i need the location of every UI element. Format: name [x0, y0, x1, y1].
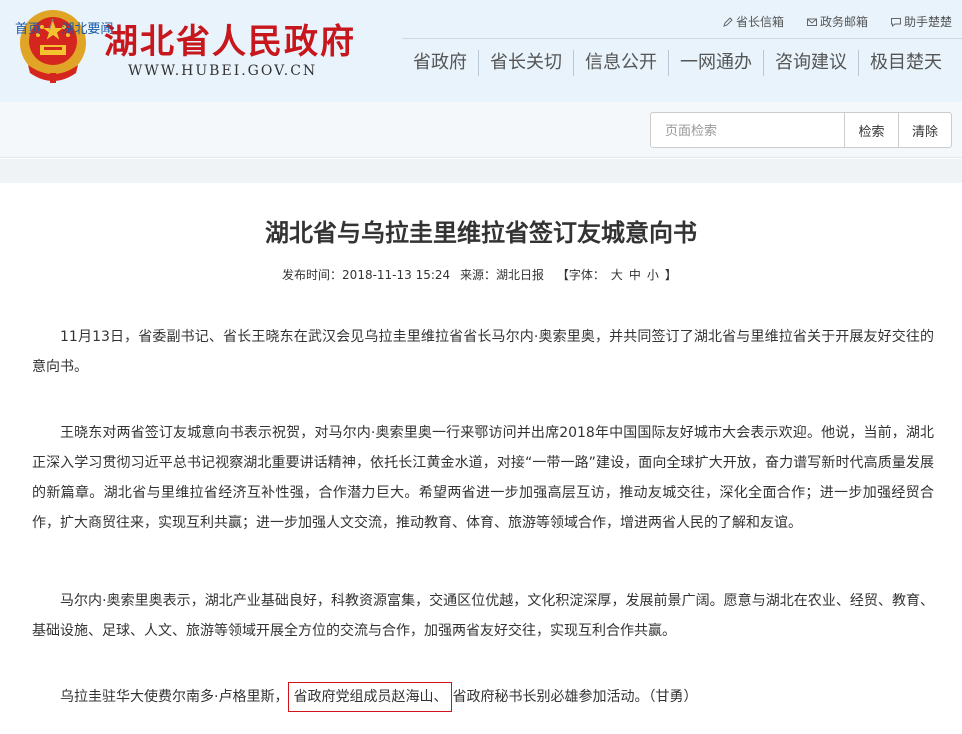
pen-icon	[723, 16, 733, 27]
nav-one-stop-service[interactable]: 一网通办	[668, 50, 763, 76]
site-title[interactable]: 湖北省人民政府	[104, 14, 356, 63]
article-paragraph: 11月13日，省委副书记、省长王晓东在武汉会见乌拉圭里维拉省省长马尔内·奥索里奥…	[32, 329, 934, 375]
highlighted-text: 省政府党组成员赵海山、	[288, 682, 453, 712]
assistant-link[interactable]: 助手楚楚	[890, 13, 952, 30]
content-gap	[0, 159, 962, 183]
chat-icon	[890, 17, 901, 27]
paragraph-text: 乌拉圭驻华大使费尔南多·卢格里斯，	[60, 689, 289, 705]
article-source: 来源：湖北日报	[460, 268, 545, 282]
assistant-label: 助手楚楚	[903, 15, 952, 29]
mail-icon	[806, 18, 817, 26]
nav-jimu-chutian[interactable]: 极目楚天	[858, 50, 953, 76]
nav-provincial-gov[interactable]: 省政府	[402, 50, 478, 76]
font-size-small[interactable]: 小	[647, 268, 659, 282]
article-title: 湖北省与乌拉圭里维拉省签订友城意向书	[265, 219, 697, 247]
breadcrumb: 首页 / 湖北要闻	[15, 18, 113, 37]
publish-time: 发布时间：2018-11-13 15:24	[282, 268, 451, 282]
gov-email-link[interactable]: 政务邮箱	[806, 13, 868, 30]
font-size-label-close: 】	[664, 268, 677, 282]
clear-button[interactable]: 清除	[898, 112, 952, 148]
nav-governor-concern[interactable]: 省长关切	[478, 50, 573, 76]
article-paragraph: 马尔内·奥索里奥表示，湖北产业基础良好，科教资源富集，交通区位优越，文化积淀深厚…	[32, 593, 934, 639]
breadcrumb-current[interactable]: 湖北要闻	[61, 18, 113, 37]
governor-mailbox-link[interactable]: 省长信箱	[722, 13, 784, 30]
font-size-medium[interactable]: 中	[629, 268, 641, 282]
governor-mailbox-label: 省长信箱	[735, 15, 784, 29]
font-size-large[interactable]: 大	[611, 268, 623, 282]
article-meta: 发布时间：2018-11-13 15:24 来源：湖北日报 【字体： 大中小】	[0, 266, 962, 283]
site-url: WWW.HUBEI.GOV.CN	[128, 63, 318, 79]
search-input[interactable]	[650, 112, 845, 148]
search-button[interactable]: 检索	[844, 112, 899, 148]
font-size-label-open: 【字体：	[556, 268, 605, 282]
article-paragraph-last: 乌拉圭驻华大使费尔南多·卢格里斯， 省政府党组成员赵海山、 省政府秘书长别必雄参加活…	[32, 682, 934, 712]
font-size-control: 【字体： 大中小】	[554, 268, 680, 282]
nav-consultation[interactable]: 咨询建议	[763, 50, 858, 76]
breadcrumb-separator: /	[49, 18, 54, 33]
article-paragraph: 王晓东对两省签订友城意向书表示祝贺，对马尔内·奥索里奥一行来鄂访问并出席2018…	[32, 425, 934, 531]
paragraph-text: 省政府秘书长别必雄参加活动。（甘勇）	[452, 689, 698, 705]
gov-email-label: 政务邮箱	[819, 15, 868, 29]
quick-links: 省长信箱 政务邮箱 助手楚楚	[722, 13, 952, 30]
nav-info-disclosure[interactable]: 信息公开	[573, 50, 668, 76]
main-nav: 省政府 省长关切 信息公开 一网通办 咨询建议 极目楚天	[402, 50, 953, 76]
nav-divider	[402, 38, 962, 39]
breadcrumb-home[interactable]: 首页	[15, 18, 41, 37]
